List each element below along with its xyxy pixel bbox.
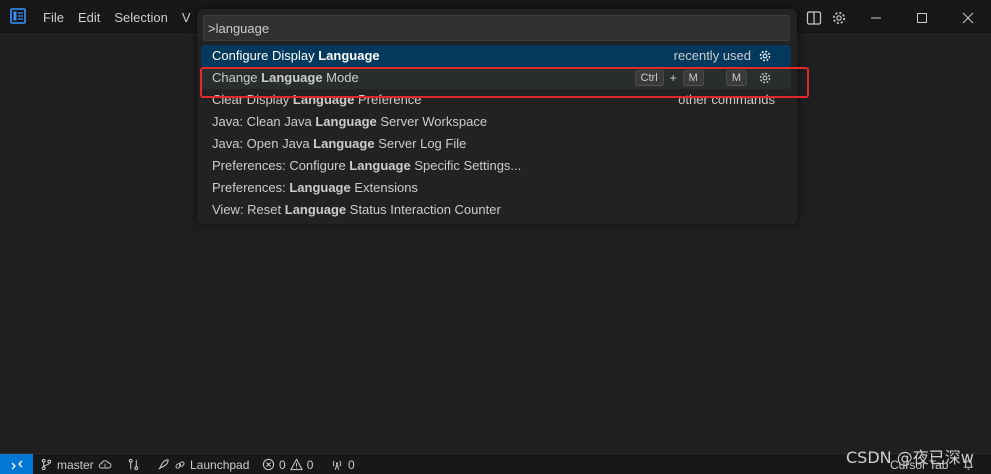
command-item-configure-language-specific-settings[interactable]: Preferences: Configure Language Specific… — [201, 155, 791, 177]
branch-name: master — [57, 457, 94, 472]
command-label-prefix: Change — [212, 70, 262, 85]
command-label-prefix: Configure Display — [212, 48, 319, 63]
command-label-match: Language — [284, 202, 347, 217]
command-label-prefix: Preferences: Configure — [212, 158, 350, 173]
settings-button[interactable] — [828, 0, 850, 35]
other-commands-label: other commands — [678, 92, 775, 107]
remote-indicator-button[interactable] — [0, 454, 33, 474]
minimize-button[interactable] — [853, 0, 899, 35]
close-button[interactable] — [945, 0, 991, 35]
command-label-prefix: Preferences: — [212, 180, 290, 195]
command-item-java-open-log-file[interactable]: Java: Open Java Language Server Log File — [201, 133, 791, 155]
command-label-match: Language — [289, 180, 351, 195]
rocket-icon — [158, 459, 169, 470]
warning-count: 0 — [306, 457, 314, 472]
menu-view[interactable]: View — [175, 0, 191, 35]
command-label-suffix: Specific Settings... — [410, 158, 522, 173]
menu-edit[interactable]: Edit — [71, 0, 107, 35]
command-label-match: Language — [261, 70, 323, 85]
cloud-sync-icon — [98, 460, 112, 469]
command-label-suffix: Mode — [322, 70, 359, 85]
remote-icon — [11, 460, 22, 469]
command-label-prefix: Java: Clean Java — [212, 114, 316, 129]
git-branch-button[interactable]: master — [40, 454, 112, 474]
link-icon — [175, 460, 185, 469]
problems-button[interactable]: 0 0 — [262, 454, 313, 474]
source-control-graph-button[interactable] — [127, 454, 140, 474]
command-label-prefix: View: Reset — [212, 202, 285, 217]
command-label-suffix: Preference — [354, 92, 422, 107]
command-palette: Configure Display Language recently used… — [197, 9, 797, 224]
warning-icon — [289, 458, 303, 471]
error-icon — [262, 458, 275, 471]
maximize-icon — [917, 12, 927, 23]
menu-selection[interactable]: Selection — [107, 0, 174, 35]
command-list: Configure Display Language recently used… — [201, 45, 791, 221]
keybinding-key-ctrl: Ctrl — [634, 70, 664, 86]
command-item-reset-language-status-counter[interactable]: View: Reset Language Status Interaction … — [201, 199, 791, 221]
command-label-suffix: Status Interaction Counter — [346, 202, 501, 217]
keybinding-plus: + — [669, 71, 677, 85]
keybinding-key-m-2: M — [725, 70, 747, 86]
command-label-match: Language — [349, 158, 411, 173]
command-item-java-clean-workspace[interactable]: Java: Clean Java Language Server Workspa… — [201, 111, 791, 133]
menu-bar: File Edit Selection View — [36, 0, 191, 35]
command-label-prefix: Java: Open Java — [212, 136, 314, 151]
command-item-configure-display-language[interactable]: Configure Display Language recently used — [201, 45, 791, 67]
vscode-logo-icon — [10, 8, 26, 24]
toggle-panel-icon — [803, 7, 825, 29]
maximize-button[interactable] — [899, 0, 945, 35]
error-count: 0 — [279, 457, 286, 472]
recently-used-label: recently used — [673, 48, 751, 63]
status-bar: master Launchpad 0 0 0 Cursor Tab — [0, 453, 991, 474]
launchpad-label: Launchpad — [190, 457, 250, 472]
git-compare-icon — [128, 458, 139, 471]
command-label-suffix: Server Workspace — [376, 114, 488, 129]
minimize-icon — [871, 17, 881, 18]
launchpad-button[interactable]: Launchpad — [157, 454, 249, 474]
command-label-prefix: Clear Display — [212, 92, 293, 107]
gear-icon[interactable] — [757, 70, 773, 86]
toggle-panel-button[interactable] — [803, 0, 825, 35]
command-label-match: Language — [315, 114, 377, 129]
command-palette-input[interactable] — [203, 15, 790, 41]
command-label-match: Language — [292, 92, 355, 107]
command-item-change-language-mode[interactable]: Change Language Mode Ctrl + M M — [201, 67, 791, 89]
ports-count: 0 — [348, 457, 355, 472]
keybinding-key-m: M — [682, 70, 704, 86]
gear-icon[interactable] — [757, 48, 773, 64]
command-label-suffix: Extensions — [350, 180, 418, 195]
close-icon — [962, 12, 974, 23]
broadcast-icon — [332, 460, 342, 470]
command-item-language-extensions[interactable]: Preferences: Language Extensions — [201, 177, 791, 199]
command-label-match: Language — [318, 48, 380, 63]
git-branch-icon — [41, 458, 52, 471]
command-label-match: Language — [313, 136, 375, 151]
command-item-clear-display-language-preference[interactable]: Clear Display Language Preference other … — [201, 89, 791, 111]
menu-file[interactable]: File — [36, 0, 71, 35]
ports-button[interactable]: 0 — [330, 454, 355, 474]
gear-icon — [828, 7, 850, 29]
command-label-suffix: Server Log File — [374, 136, 467, 151]
watermark: CSDN @夜已深w — [846, 448, 974, 467]
